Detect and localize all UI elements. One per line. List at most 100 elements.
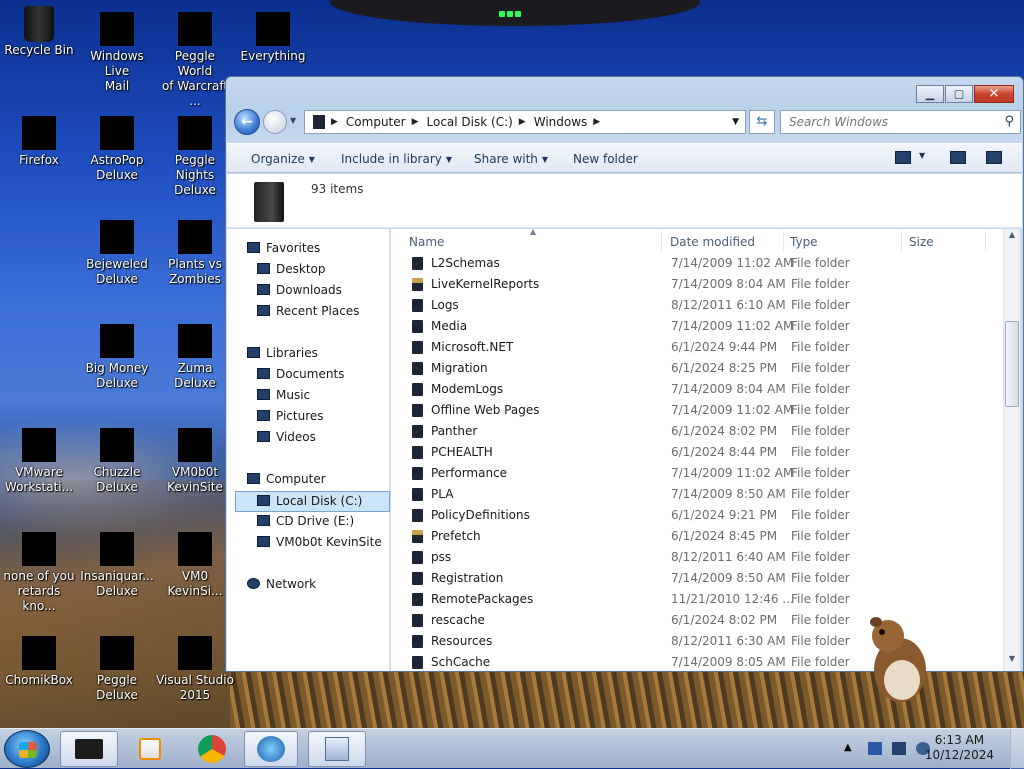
breadcrumb-separator-icon[interactable]: ▶: [331, 117, 338, 127]
help-icon[interactable]: [986, 151, 1002, 164]
show-hidden-icons-icon[interactable]: ▲: [844, 742, 858, 755]
desktop-icon-insaniquarium[interactable]: Insaniquar... Deluxe: [78, 532, 156, 599]
back-button[interactable]: ←: [234, 109, 260, 135]
desktop-icon-vm0b0t-kevinsite[interactable]: VM0b0t KevinSite: [156, 428, 234, 495]
desktop-icon-none-of-you[interactable]: none of you retards kno...: [0, 532, 78, 614]
preview-pane-icon[interactable]: [950, 151, 966, 164]
table-row[interactable]: Migration 6/1/2024 8:25 PM File folder: [391, 358, 1003, 379]
explorer-window[interactable]: ▁ ▢ ✕ ← ▼ ▶ Computer ▶ Local Disk (C:) ▶…: [225, 76, 1024, 672]
nav-music[interactable]: Music: [257, 388, 310, 402]
refresh-button[interactable]: ⇆: [749, 110, 775, 134]
desktop-icon-bejeweled[interactable]: Bejeweled Deluxe: [78, 220, 156, 287]
desktop-icon-peggle-nights[interactable]: Peggle Nights Deluxe: [156, 116, 234, 198]
change-view-icon[interactable]: [895, 151, 911, 164]
taskbar-installer[interactable]: [308, 731, 366, 767]
minimize-button[interactable]: ▁: [916, 85, 944, 103]
close-button[interactable]: ✕: [974, 85, 1014, 103]
nav-downloads[interactable]: Downloads: [257, 283, 342, 297]
desktop-icon-big-money[interactable]: Big Money Deluxe: [78, 324, 156, 391]
desktop-icon-everything[interactable]: Everything: [234, 12, 312, 64]
recent-pages-dropdown[interactable]: ▼: [290, 116, 302, 128]
column-size[interactable]: Size: [909, 235, 934, 249]
scroll-up-icon[interactable]: ▲: [1004, 230, 1020, 246]
clock[interactable]: 6:13 AM 10/12/2024: [925, 733, 994, 763]
desktop-icon-chomikbox[interactable]: ChomikBox: [0, 636, 78, 688]
taskbar-chrome[interactable]: [186, 731, 238, 767]
table-row[interactable]: Panther 6/1/2024 8:02 PM File folder: [391, 421, 1003, 442]
desktop-icon-firefox[interactable]: Firefox: [0, 116, 78, 168]
desktop-icon-windows-live-mail[interactable]: Windows Live Mail: [78, 12, 156, 94]
desktop-icon-zuma[interactable]: Zuma Deluxe: [156, 324, 234, 391]
taskbar-explorer[interactable]: [60, 731, 118, 767]
taskbar-idm[interactable]: [244, 731, 298, 767]
start-button[interactable]: [4, 730, 50, 768]
breadcrumb-separator-icon[interactable]: ▶: [412, 117, 419, 127]
desktop-icon-astropop[interactable]: AstroPop Deluxe: [78, 116, 156, 183]
breadcrumb-separator-icon[interactable]: ▶: [519, 117, 526, 127]
table-row[interactable]: Prefetch 6/1/2024 8:45 PM File folder: [391, 526, 1003, 547]
nav-desktop[interactable]: Desktop: [257, 262, 326, 276]
desktop-icon-recycle-bin[interactable]: Recycle Bin: [0, 6, 78, 58]
organize-button[interactable]: Organize ▼: [251, 152, 315, 166]
show-desktop-button[interactable]: [1010, 729, 1024, 769]
table-row[interactable]: Offline Web Pages 7/14/2009 11:02 AM File …: [391, 400, 1003, 421]
nav-recent-places[interactable]: Recent Places: [257, 304, 359, 318]
nav-pictures[interactable]: Pictures: [257, 409, 324, 423]
file-list[interactable]: Name ▲ Date modified Type Size L2Schemas…: [391, 229, 1003, 671]
desktop-icon-vm0-kevinsite[interactable]: VM0 KevinSi...: [156, 532, 234, 599]
network-tray-icon[interactable]: [868, 742, 882, 755]
nav-videos[interactable]: Videos: [257, 430, 316, 444]
desktop-icon-peggle-wow[interactable]: Peggle World of Warcraft ...: [156, 12, 234, 109]
desktop-icon-visual-studio[interactable]: Visual Studio 2015: [156, 636, 234, 703]
table-row[interactable]: Microsoft.NET 6/1/2024 9:44 PM File folder: [391, 337, 1003, 358]
table-row[interactable]: Registration 7/14/2009 8:50 AM File folder: [391, 568, 1003, 589]
table-row[interactable]: ModemLogs 7/14/2009 8:04 AM File folder: [391, 379, 1003, 400]
share-with-button[interactable]: Share with ▼: [474, 152, 548, 166]
table-row[interactable]: Logs 8/12/2011 6:10 AM File folder: [391, 295, 1003, 316]
breadcrumb-separator-icon[interactable]: ▶: [593, 117, 600, 127]
search-box[interactable]: ⚲: [780, 110, 1021, 134]
desktop-icon-plants-vs-zombies[interactable]: Plants vs Zombies: [156, 220, 234, 287]
table-row[interactable]: RemotePackages 11/21/2010 12:46 ... File f…: [391, 589, 1003, 610]
desktop-icon-peggle-deluxe[interactable]: Peggle Deluxe: [78, 636, 156, 703]
table-row[interactable]: Media 7/14/2009 11:02 AM File folder: [391, 316, 1003, 337]
include-in-library-button[interactable]: Include in library ▼: [341, 152, 452, 166]
desktop-icon-chuzzle[interactable]: Chuzzle Deluxe: [78, 428, 156, 495]
vertical-scrollbar[interactable]: ▲ ▼: [1003, 229, 1020, 671]
nav-cd-drive[interactable]: CD Drive (E:): [257, 514, 354, 528]
maximize-button[interactable]: ▢: [945, 85, 973, 103]
breadcrumb-windows[interactable]: Windows: [534, 115, 588, 129]
table-row[interactable]: PolicyDefinitions 6/1/2024 9:21 PM File fo…: [391, 505, 1003, 526]
nav-computer[interactable]: Computer: [247, 472, 326, 486]
breadcrumb-computer[interactable]: Computer: [346, 115, 406, 129]
table-row[interactable]: pss 8/12/2011 6:40 AM File folder: [391, 547, 1003, 568]
nav-vm-site[interactable]: VM0b0t KevinSite: [257, 535, 382, 549]
view-options-dropdown[interactable]: ▼: [919, 151, 925, 160]
forward-button[interactable]: [263, 110, 287, 134]
new-folder-button[interactable]: New folder: [573, 152, 638, 166]
breadcrumb-local-disk[interactable]: Local Disk (C:): [427, 115, 513, 129]
search-icon[interactable]: ⚲: [1004, 114, 1014, 129]
search-input[interactable]: [787, 112, 987, 132]
nav-libraries[interactable]: Libraries: [247, 346, 318, 360]
table-row[interactable]: PCHEALTH 6/1/2024 8:44 PM File folder: [391, 442, 1003, 463]
nav-network[interactable]: Network: [247, 577, 316, 591]
hamster-pet[interactable]: [862, 608, 932, 708]
address-dropdown-icon[interactable]: ▼: [732, 117, 739, 127]
table-row[interactable]: LiveKernelReports 7/14/2009 8:04 AM File f…: [391, 274, 1003, 295]
scroll-thumb[interactable]: [1005, 321, 1019, 407]
column-type[interactable]: Type: [790, 235, 818, 249]
monitor-tray-icon[interactable]: [892, 742, 906, 755]
column-date-modified[interactable]: Date modified: [670, 235, 755, 249]
nav-favorites[interactable]: Favorites: [247, 241, 320, 255]
nav-local-disk[interactable]: Local Disk (C:): [235, 491, 390, 512]
taskbar-media-player[interactable]: [124, 731, 176, 767]
table-row[interactable]: PLA 7/14/2009 8:50 AM File folder: [391, 484, 1003, 505]
table-row[interactable]: L2Schemas 7/14/2009 11:02 AM File folder: [391, 253, 1003, 274]
address-bar[interactable]: ▶ Computer ▶ Local Disk (C:) ▶ Windows ▶…: [304, 110, 746, 134]
desktop-icon-vmware[interactable]: VMware Workstati...: [0, 428, 78, 495]
scroll-down-icon[interactable]: ▼: [1004, 654, 1020, 670]
nav-documents[interactable]: Documents: [257, 367, 344, 381]
table-row[interactable]: Performance 7/14/2009 11:02 AM File folder: [391, 463, 1003, 484]
column-name[interactable]: Name: [409, 235, 444, 249]
